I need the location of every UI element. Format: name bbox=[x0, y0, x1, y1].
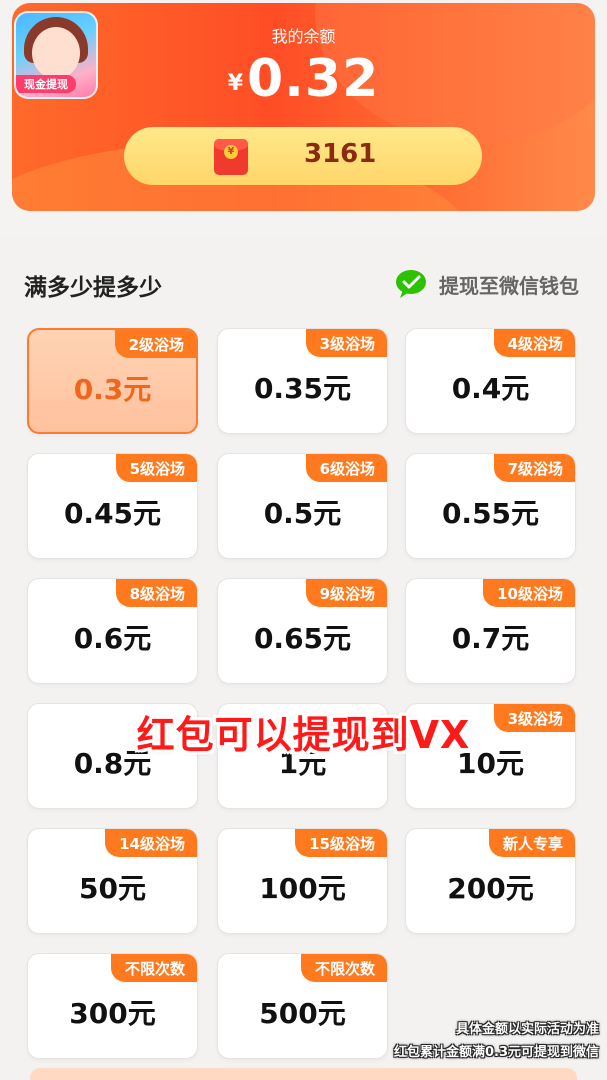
wechat-icon bbox=[396, 270, 426, 298]
option-amount: 0.65元 bbox=[253, 622, 352, 655]
withdraw-option[interactable]: 不限次数 500元 bbox=[217, 953, 388, 1059]
level-tag: 5级浴场 bbox=[115, 454, 197, 482]
withdraw-option[interactable]: 6级浴场 0.5元 bbox=[217, 453, 388, 559]
wechat-wallet-label: 提现至微信钱包 bbox=[439, 273, 579, 298]
option-amount: 0.7元 bbox=[451, 622, 530, 655]
level-tag: 不限次数 bbox=[110, 954, 197, 982]
withdraw-option[interactable]: 新人专享 200元 bbox=[405, 828, 576, 934]
level-tag: 7级浴场 bbox=[493, 454, 575, 482]
red-envelope-icon bbox=[214, 139, 248, 175]
level-tag: 不限次数 bbox=[300, 954, 387, 982]
option-amount: 0.5元 bbox=[263, 497, 342, 530]
withdraw-option[interactable]: 15级浴场 100元 bbox=[217, 828, 388, 934]
withdraw-option[interactable]: 9级浴场 0.65元 bbox=[217, 578, 388, 684]
level-tag: 新人专享 bbox=[488, 829, 575, 857]
option-amount: 200元 bbox=[447, 872, 534, 905]
withdraw-option[interactable]: 2级浴场 0.3元 bbox=[27, 328, 198, 434]
level-tag: 8级浴场 bbox=[115, 579, 197, 607]
disclaimer-line-1: 具体金额以实际活动为准 bbox=[455, 1022, 599, 1037]
withdraw-option[interactable]: 不限次数 300元 bbox=[27, 953, 198, 1059]
option-amount: 0.45元 bbox=[63, 497, 162, 530]
option-amount: 0.4元 bbox=[451, 372, 530, 405]
withdraw-option[interactable]: 8级浴场 0.6元 bbox=[27, 578, 198, 684]
option-amount: 100元 bbox=[259, 872, 346, 905]
wechat-wallet-link[interactable]: 提现至微信钱包 bbox=[395, 268, 579, 300]
option-amount: 300元 bbox=[69, 997, 156, 1030]
withdraw-option[interactable]: 5级浴场 0.45元 bbox=[27, 453, 198, 559]
level-tag: 3级浴场 bbox=[305, 329, 387, 357]
withdraw-option[interactable]: 10级浴场 0.7元 bbox=[405, 578, 576, 684]
option-amount: 0.35元 bbox=[253, 372, 352, 405]
bottom-button-edge[interactable] bbox=[30, 1068, 577, 1080]
option-amount: 50元 bbox=[79, 872, 146, 905]
disclaimer-line-2: 红包累计金额满0.3元可提现到微信 bbox=[393, 1045, 599, 1060]
option-amount: 0.6元 bbox=[73, 622, 152, 655]
level-tag: 6级浴场 bbox=[305, 454, 387, 482]
balance-label: 我的余额 bbox=[271, 27, 336, 46]
balance-amount: ¥0.32 bbox=[12, 49, 595, 109]
withdraw-option[interactable]: 3级浴场 0.35元 bbox=[217, 328, 388, 434]
level-tag: 15级浴场 bbox=[295, 829, 387, 857]
level-tag: 9级浴场 bbox=[305, 579, 387, 607]
level-tag: 14级浴场 bbox=[105, 829, 197, 857]
video-caption: 红包可以提现到VX bbox=[136, 713, 471, 757]
option-amount: 0.55元 bbox=[441, 497, 540, 530]
balance-header: 现金提现 我的余额 ¥0.32 3161 bbox=[12, 3, 595, 211]
balance-value: 0.32 bbox=[247, 49, 380, 109]
section-title: 满多少提多少 bbox=[24, 275, 162, 301]
option-amount: 500元 bbox=[259, 997, 346, 1030]
currency-symbol: ¥ bbox=[227, 71, 243, 96]
withdraw-option[interactable]: 4级浴场 0.4元 bbox=[405, 328, 576, 434]
option-amount: 0.3元 bbox=[73, 373, 152, 406]
level-tag: 4级浴场 bbox=[493, 329, 575, 357]
red-packet-bar[interactable]: 3161 bbox=[124, 127, 482, 185]
level-tag: 10级浴场 bbox=[483, 579, 575, 607]
withdraw-option[interactable]: 7级浴场 0.55元 bbox=[405, 453, 576, 559]
red-packet-count: 3161 bbox=[304, 139, 377, 169]
level-tag: 2级浴场 bbox=[114, 330, 196, 358]
withdraw-option[interactable]: 14级浴场 50元 bbox=[27, 828, 198, 934]
